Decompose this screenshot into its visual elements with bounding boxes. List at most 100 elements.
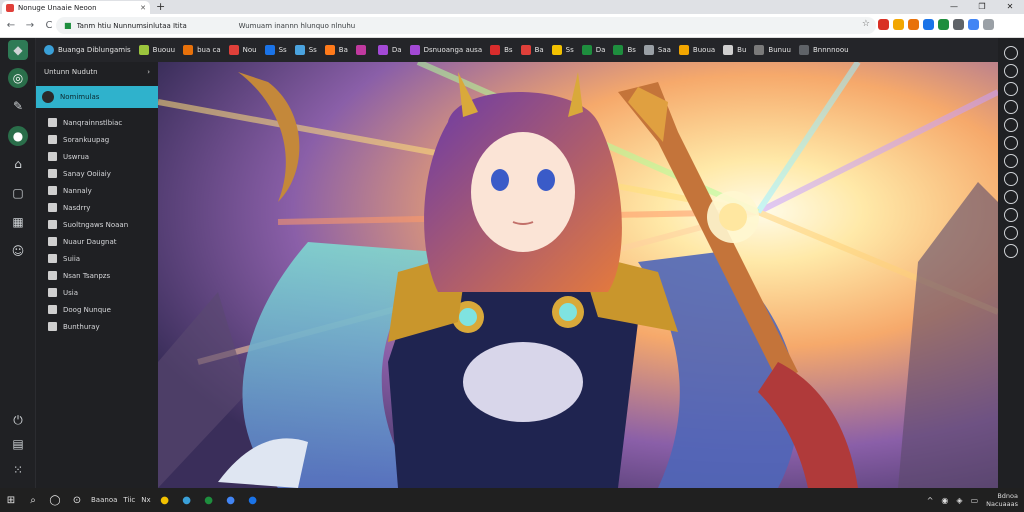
panel-list-item[interactable]: Uswrua [36,148,158,165]
side-app-icon[interactable] [1004,190,1018,204]
bookmark-item[interactable]: Bunuu [754,45,791,55]
profile-bookmark[interactable]: Buanga Diblungamis [44,45,131,55]
side-app-icon[interactable] [1004,226,1018,240]
bookmark-favicon-icon [294,45,305,55]
panel-list-item[interactable]: Nasdrry [36,199,158,216]
app-icon[interactable]: ◎ [8,68,28,88]
extension-icon[interactable] [938,19,949,30]
bookmark-item[interactable]: Buouu [138,45,175,55]
app-green-icon[interactable]: ● [198,488,220,512]
edge-icon[interactable]: ● [242,488,264,512]
bookmark-favicon-icon [228,45,239,55]
panel-list-item[interactable]: Suoltngaws Noaan [36,216,158,233]
side-app-icon[interactable] [1004,154,1018,168]
side-app-icon[interactable] [1004,64,1018,78]
side-app-icon[interactable] [1004,172,1018,186]
grid-icon[interactable]: ⁙ [8,460,28,480]
panel-list-item[interactable]: Bunthuray [36,318,158,335]
taskbar-item-3[interactable]: Nx [141,496,150,504]
extension-icon[interactable] [908,19,919,30]
back-button[interactable]: ← [3,20,19,31]
taskbar-item-1[interactable]: Baanoa [91,496,117,504]
network-icon[interactable]: ◉ [941,496,948,505]
side-app-icon[interactable] [1004,46,1018,60]
bookmark-item[interactable]: Saa [643,45,671,55]
extension-icon[interactable] [893,19,904,30]
reload-button[interactable]: C [41,20,57,31]
panel-list-item[interactable]: Usia [36,284,158,301]
bookmark-item[interactable]: Bnnnnoou [798,45,849,55]
panel-list-item[interactable]: Nannaly [36,182,158,199]
address-bar[interactable]: ■ Tanm htiu Nunnumsinlutaa Itita Wumuam … [56,17,876,34]
panel-list-item[interactable]: Nsan Tsanpzs [36,267,158,284]
power-icon[interactable]: ⏻ [8,410,28,430]
extension-icon[interactable] [983,19,994,30]
panel-header[interactable]: Untunn Nudutn › [36,62,158,82]
house-icon[interactable]: ⌂ [8,154,28,174]
side-app-icon[interactable] [1004,208,1018,222]
bookmark-item[interactable]: Da [581,45,605,55]
bookmark-item[interactable]: Ss [264,45,287,55]
panel-list-item[interactable]: Suiia [36,250,158,267]
panel-list-item[interactable]: Sorankuupag [36,131,158,148]
side-app-icon[interactable] [1004,136,1018,150]
smile-icon[interactable]: ☺ [8,241,28,261]
new-tab-button[interactable]: + [156,0,165,13]
chevron-up-icon[interactable]: ^ [927,496,934,505]
bookmark-favicon-icon [581,45,592,55]
bookmark-item[interactable]: Ba [324,45,348,55]
pen-icon[interactable]: ✎ [8,96,28,116]
home-icon[interactable]: ◆ [8,40,28,60]
calendar-icon[interactable]: ▦ [8,212,28,232]
start-button[interactable]: ⊞ [0,488,22,512]
app-blue-icon[interactable]: ● [220,488,242,512]
panel-active-item[interactable]: Nomimulas [36,86,158,108]
side-app-icon[interactable] [1004,244,1018,258]
people-icon[interactable]: ⊙ [66,488,88,512]
clock[interactable]: Bdnoa Nacuaaas [986,492,1018,508]
folder-icon[interactable]: ▤ [8,434,28,454]
chrome-icon[interactable]: ● [154,488,176,512]
list-item-icon [48,322,57,331]
search-icon[interactable]: ⌕ [22,488,44,512]
volume-icon[interactable]: ◈ [956,496,962,505]
browser-icon[interactable]: ● [176,488,198,512]
bookmark-item[interactable]: Ss [551,45,574,55]
bookmark-item[interactable]: Dsnuoanga ausa [409,45,482,55]
browser-tab[interactable]: Nonuge Unaaie Neoon ✕ [2,1,150,14]
list-item-label: Sanay Ooiiaiy [63,169,111,178]
bookmark-label: Ss [308,46,317,54]
close-button[interactable]: ✕ [996,0,1024,14]
extension-icon[interactable] [968,19,979,30]
side-app-icon[interactable] [1004,100,1018,114]
square-icon[interactable]: ▢ [8,183,28,203]
panel-list-item[interactable]: Sanay Ooiiaiy [36,165,158,182]
bookmark-item[interactable]: Buoua [678,45,715,55]
maximize-button[interactable]: ❐ [968,0,996,14]
bookmark-item[interactable]: Da [377,45,402,55]
tab-close-icon[interactable]: ✕ [140,4,146,12]
bookmark-item[interactable]: Ss [294,45,317,55]
side-app-icon[interactable] [1004,118,1018,132]
taskbar-item-2[interactable]: Tiic [123,496,135,504]
minimize-button[interactable]: — [940,0,968,14]
extension-icon[interactable] [878,19,889,30]
forward-button[interactable]: → [22,20,38,31]
extension-icon[interactable] [953,19,964,30]
bookmark-item[interactable] [355,45,370,55]
chat-icon[interactable]: ◯ [44,488,66,512]
globe-icon[interactable]: ● [8,126,28,146]
bookmark-star-icon[interactable]: ☆ [862,19,870,29]
bookmark-item[interactable]: Bs [490,45,513,55]
bookmark-item[interactable]: Nou [228,45,257,55]
battery-icon[interactable]: ▭ [971,496,979,505]
panel-list-item[interactable]: Doog Nunque [36,301,158,318]
extension-icon[interactable] [923,19,934,30]
bookmark-item[interactable]: Ba [520,45,544,55]
bookmark-item[interactable]: bua ca [183,45,221,55]
bookmark-item[interactable]: Bs [613,45,636,55]
bookmark-item[interactable]: Bu [723,45,746,55]
panel-list-item[interactable]: Nuaur Daugnat [36,233,158,250]
panel-list-item[interactable]: Nanqrainnstlbiac [36,114,158,131]
side-app-icon[interactable] [1004,82,1018,96]
